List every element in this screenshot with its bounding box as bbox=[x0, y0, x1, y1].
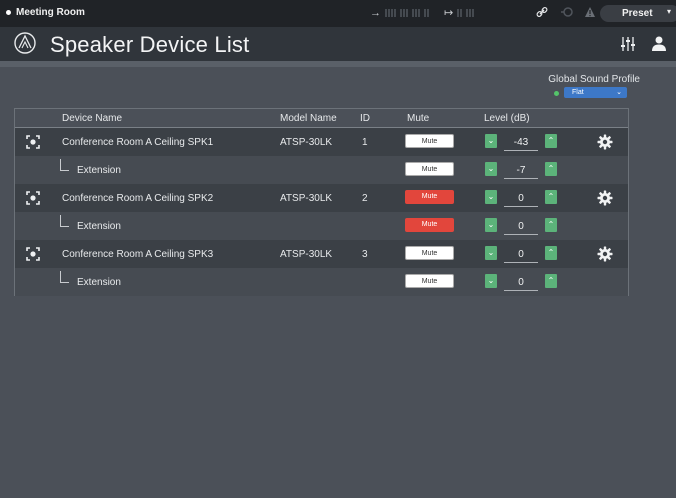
header-mute: Mute bbox=[407, 113, 430, 124]
output-meter: ↦ bbox=[444, 7, 475, 19]
table-row: Conference Room A Ceiling SPK3 ATSP-30LK… bbox=[15, 240, 628, 268]
level-down-button[interactable]: ⌄ bbox=[485, 246, 497, 260]
input-arrow-icon: →︎ bbox=[370, 7, 381, 19]
tree-connector bbox=[60, 271, 69, 283]
global-sound-profile-select[interactable]: Flat ⌄ bbox=[564, 87, 627, 98]
gear-icon[interactable] bbox=[597, 134, 613, 150]
preset-dropdown[interactable]: Preset ▾ bbox=[600, 5, 676, 22]
mute-button[interactable]: Mute bbox=[405, 134, 454, 148]
level-value: -43 bbox=[513, 137, 529, 148]
output-arrow-icon: ↦ bbox=[444, 7, 454, 19]
mute-button[interactable]: Mute bbox=[405, 218, 454, 232]
input-level-bars bbox=[385, 9, 429, 17]
locate-device-icon[interactable] bbox=[26, 191, 40, 205]
top-status-bar: Meeting Room →︎ ↦ Preset ▾ bbox=[0, 0, 676, 27]
page-title: Speaker Device List bbox=[50, 32, 250, 57]
extension-name: Extension bbox=[77, 221, 121, 232]
device-id: 3 bbox=[362, 249, 368, 260]
room-name: Meeting Room bbox=[16, 7, 85, 18]
level-up-button[interactable]: ⌃ bbox=[545, 162, 557, 176]
level-up-button[interactable]: ⌃ bbox=[545, 246, 557, 260]
level-down-button[interactable]: ⌄ bbox=[485, 218, 497, 232]
level-down-button[interactable]: ⌄ bbox=[485, 162, 497, 176]
device-name: Conference Room A Ceiling SPK2 bbox=[62, 193, 214, 204]
link-icon bbox=[536, 7, 548, 17]
level-up-button[interactable]: ⌃ bbox=[545, 134, 557, 148]
profile-status-led bbox=[554, 91, 559, 96]
mic-signal-icon bbox=[561, 7, 573, 17]
input-meter: →︎ bbox=[370, 7, 429, 19]
model-name: ATSP-30LK bbox=[280, 137, 333, 148]
table-row: Conference Room A Ceiling SPK2 ATSP-30LK… bbox=[15, 184, 628, 212]
global-sound-profile-label: Global Sound Profile bbox=[548, 74, 640, 85]
preset-label: Preset bbox=[622, 8, 653, 19]
title-bar: Speaker Device List bbox=[0, 27, 676, 61]
locate-device-icon[interactable] bbox=[26, 135, 40, 149]
tree-connector bbox=[60, 159, 69, 171]
header-level: Level (dB) bbox=[484, 113, 530, 124]
device-id: 2 bbox=[362, 193, 368, 204]
global-sound-profile-value: Flat bbox=[572, 89, 584, 96]
model-name: ATSP-30LK bbox=[280, 193, 333, 204]
gear-icon[interactable] bbox=[597, 246, 613, 262]
title-divider bbox=[0, 61, 676, 67]
table-row: Conference Room A Ceiling SPK1 ATSP-30LK… bbox=[15, 128, 628, 156]
speaker-device-table: Device Name Model Name ID Mute Level (dB… bbox=[14, 108, 629, 296]
table-row-extension: Extension Mute ⌄ 0 ⌃ bbox=[15, 212, 628, 240]
mute-button[interactable]: Mute bbox=[405, 162, 454, 176]
level-value: 0 bbox=[518, 249, 524, 260]
level-underline bbox=[504, 290, 538, 291]
level-value: 0 bbox=[518, 221, 524, 232]
level-value: -7 bbox=[516, 165, 526, 176]
audio-technica-logo-icon bbox=[14, 32, 36, 54]
room-status-dot bbox=[6, 10, 11, 15]
extension-name: Extension bbox=[77, 277, 121, 288]
warning-icon bbox=[585, 7, 595, 17]
level-down-button[interactable]: ⌄ bbox=[485, 134, 497, 148]
gear-icon[interactable] bbox=[597, 190, 613, 206]
header-id: ID bbox=[360, 113, 370, 124]
level-underline bbox=[504, 262, 538, 263]
device-name: Conference Room A Ceiling SPK1 bbox=[62, 137, 214, 148]
output-level-bars bbox=[457, 9, 475, 17]
user-icon[interactable] bbox=[652, 36, 666, 51]
level-value: 0 bbox=[518, 193, 524, 204]
level-underline bbox=[504, 206, 538, 207]
mixer-settings-icon[interactable] bbox=[620, 36, 636, 52]
level-underline bbox=[504, 234, 538, 235]
locate-device-icon[interactable] bbox=[26, 247, 40, 261]
level-up-button[interactable]: ⌃ bbox=[545, 218, 557, 232]
device-name: Conference Room A Ceiling SPK3 bbox=[62, 249, 214, 260]
header-device-name: Device Name bbox=[62, 113, 123, 124]
chevron-down-icon: ▾ bbox=[666, 7, 671, 16]
table-header: Device Name Model Name ID Mute Level (dB… bbox=[15, 109, 628, 128]
level-value: 0 bbox=[518, 277, 524, 288]
table-row-extension: Extension Mute ⌄ 0 ⌃ bbox=[15, 268, 628, 296]
table-row-extension: Extension Mute ⌄ -7 ⌃ bbox=[15, 156, 628, 184]
header-model-name: Model Name bbox=[280, 113, 337, 124]
level-underline bbox=[504, 150, 538, 151]
device-id: 1 bbox=[362, 137, 368, 148]
tree-connector bbox=[60, 215, 69, 227]
room-indicator: Meeting Room bbox=[6, 7, 85, 18]
mute-button[interactable]: Mute bbox=[405, 274, 454, 288]
level-up-button[interactable]: ⌃ bbox=[545, 190, 557, 204]
level-underline bbox=[504, 178, 538, 179]
level-down-button[interactable]: ⌄ bbox=[485, 274, 497, 288]
mute-button[interactable]: Mute bbox=[405, 246, 454, 260]
extension-name: Extension bbox=[77, 165, 121, 176]
level-up-button[interactable]: ⌃ bbox=[545, 274, 557, 288]
model-name: ATSP-30LK bbox=[280, 249, 333, 260]
chevron-down-icon: ⌄ bbox=[616, 89, 622, 96]
level-down-button[interactable]: ⌄ bbox=[485, 190, 497, 204]
mute-button[interactable]: Mute bbox=[405, 190, 454, 204]
